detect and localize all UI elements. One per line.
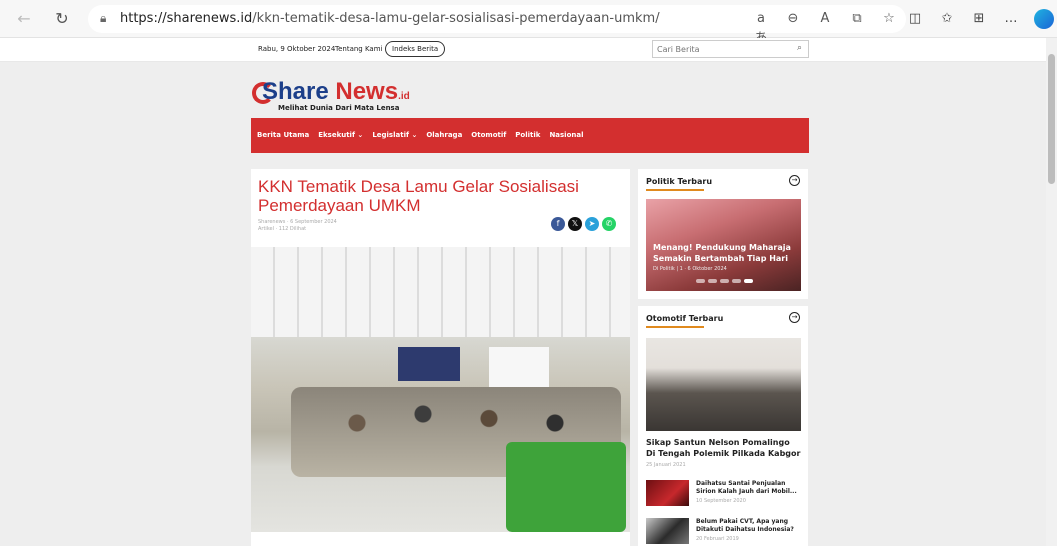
lock-icon: 🔒︎ <box>100 11 107 25</box>
menu-item-berita-utama[interactable]: Berita Utama <box>257 131 309 139</box>
otomotif-featured-image[interactable] <box>646 338 801 431</box>
refresh-icon[interactable]: ↻ <box>52 9 72 29</box>
item-thumbnail[interactable] <box>646 480 689 506</box>
menu-item-otomotif[interactable]: Otomotif <box>471 131 506 139</box>
current-date: Rabu, 9 Oktober 2024 <box>258 45 336 53</box>
x-share-icon[interactable]: 𝕏 <box>568 217 582 231</box>
back-icon[interactable]: ← <box>14 9 34 29</box>
browser-toolbar: ← ↻ 🔒︎ https://sharenews.id/kkn-tematik-… <box>0 0 1057 46</box>
search-box[interactable]: ⌕ <box>652 40 809 58</box>
politik-slide-title[interactable]: Menang! Pendukung Maharaja Semakin Berta… <box>653 242 798 264</box>
otomotif-featured-date: 25 Januari 2021 <box>646 462 686 468</box>
favorites-list-icon[interactable]: ✩ <box>937 9 957 29</box>
menu-item-nasional[interactable]: Nasional <box>549 131 583 139</box>
politik-slide-meta: Di Politik | 1 · 6 Oktober 2024 <box>653 266 727 272</box>
page-scrollbar[interactable] <box>1046 38 1057 546</box>
item-title[interactable]: Daihatsu Santai Penjualan Sirion Kalah J… <box>696 480 801 496</box>
politik-heading: Politik Terbaru <box>646 177 713 186</box>
article-card: KKN Tematik Desa Lamu Gelar Sosialisasi … <box>251 169 630 546</box>
politik-more-arrow-icon[interactable]: → <box>789 175 800 186</box>
article-photo <box>251 247 630 532</box>
otomotif-more-arrow-icon[interactable]: → <box>789 312 800 323</box>
otomotif-widget: Otomotif Terbaru → Sikap Santun Nelson P… <box>638 306 808 546</box>
about-link[interactable]: Tentang Kami <box>335 45 383 53</box>
article-title: KKN Tematik Desa Lamu Gelar Sosialisasi … <box>258 177 579 215</box>
politik-widget: Politik Terbaru → Menang! Pendukung Maha… <box>638 169 808 299</box>
telegram-share-icon[interactable]: ➤ <box>585 217 599 231</box>
slider-dot[interactable] <box>720 279 729 283</box>
more-menu-icon[interactable]: … <box>1001 9 1021 29</box>
article-author-date: Sharenews · 6 September 2024 <box>258 219 337 225</box>
otomotif-heading: Otomotif Terbaru <box>646 314 724 323</box>
facebook-share-icon[interactable]: f <box>551 217 565 231</box>
logo-word-news: News <box>335 78 399 105</box>
slider-dot[interactable] <box>696 279 705 283</box>
logo-tagline: Melihat Dunia Dari Mata Lensa <box>278 104 400 112</box>
item-title[interactable]: Belum Pakai CVT, Apa yang Ditakuti Daiha… <box>696 518 801 534</box>
item-date: 20 Februari 2019 <box>696 536 739 542</box>
web-page: Rabu, 9 Oktober 2024 Tentang Kami Indeks… <box>0 38 1046 546</box>
menu-item-legislatif[interactable]: Legislatif ⌄ <box>372 131 417 139</box>
copilot-icon[interactable] <box>1034 9 1054 29</box>
main-menu: Berita Utama Eksekutif ⌄ Legislatif ⌄ Ol… <box>251 118 809 153</box>
politik-slide[interactable]: Menang! Pendukung Maharaja Semakin Berta… <box>646 199 801 291</box>
logo-suffix: .id <box>398 91 410 102</box>
whatsapp-share-icon[interactable]: ✆ <box>602 217 616 231</box>
slider-dot[interactable] <box>708 279 717 283</box>
slider-dots <box>696 279 753 283</box>
search-input[interactable] <box>657 43 787 55</box>
list-item[interactable]: Belum Pakai CVT, Apa yang Ditakuti Daiha… <box>646 518 801 546</box>
share-buttons: f 𝕏 ➤ ✆ <box>551 217 616 231</box>
list-item[interactable]: Daihatsu Santai Penjualan Sirion Kalah J… <box>646 480 801 510</box>
split-view-icon[interactable]: ◫ <box>905 9 925 29</box>
search-icon[interactable]: ⌕ <box>797 43 802 53</box>
otomotif-featured-title[interactable]: Sikap Santun Nelson Pomalingo Di Tengah … <box>646 437 801 459</box>
item-date: 10 September 2020 <box>696 498 746 504</box>
menu-item-politik[interactable]: Politik <box>515 131 540 139</box>
top-bar: Rabu, 9 Oktober 2024 Tentang Kami Indeks… <box>0 38 1046 62</box>
slider-dot[interactable] <box>732 279 741 283</box>
address-bar[interactable]: 🔒︎ https://sharenews.id/kkn-tematik-desa… <box>88 5 906 46</box>
menu-item-olahraga[interactable]: Olahraga <box>426 131 462 139</box>
index-news-button[interactable]: Indeks Berita <box>385 41 446 57</box>
url-text[interactable]: https://sharenews.id/kkn-tematik-desa-la… <box>120 11 660 26</box>
logo-word-share: Share <box>262 78 329 105</box>
scrollbar-thumb[interactable] <box>1048 54 1055 184</box>
menu-item-eksekutif[interactable]: Eksekutif ⌄ <box>318 131 363 139</box>
item-thumbnail[interactable] <box>646 518 689 544</box>
slider-dot-active[interactable] <box>744 279 753 283</box>
site-logo[interactable]: Share News.id Melihat Dunia Dari Mata Le… <box>252 78 472 120</box>
collections-icon[interactable]: ⊞ <box>969 9 989 29</box>
article-category-views: Artikel · 112 Dilihat <box>258 226 307 232</box>
